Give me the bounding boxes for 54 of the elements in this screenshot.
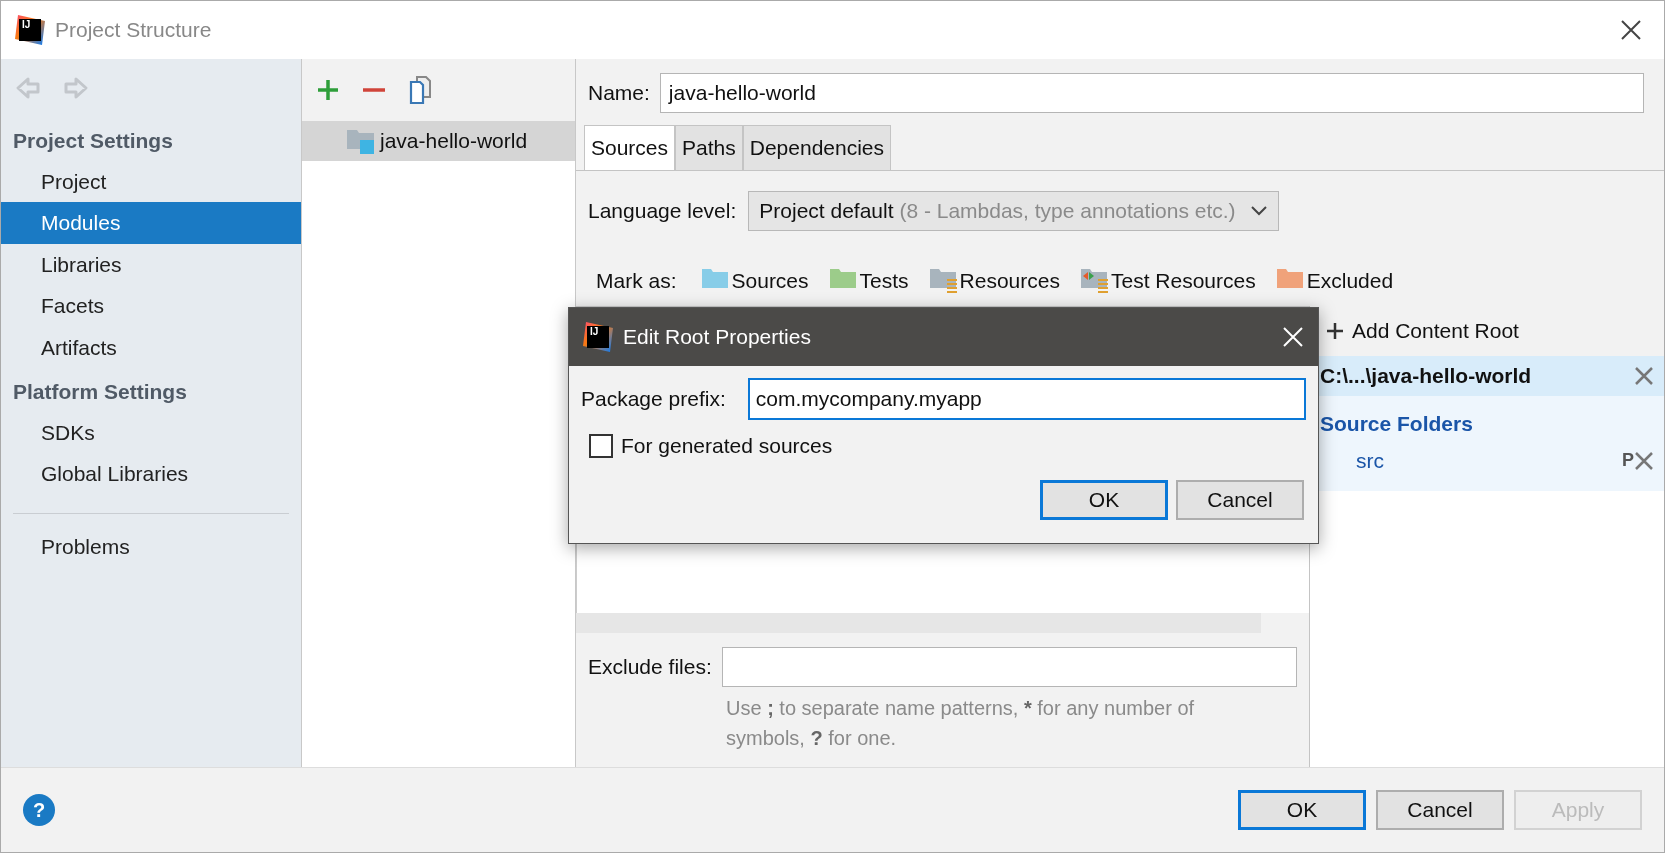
copy-icon[interactable]: [408, 75, 434, 105]
sidebar-item[interactable]: Artifacts: [1, 326, 301, 368]
sidebar-item[interactable]: Global Libraries: [1, 453, 301, 495]
package-prefix-button[interactable]: P: [1622, 447, 1634, 475]
module-folder-icon: [346, 127, 374, 155]
exclude-files-field[interactable]: [721, 647, 1297, 687]
dialog-button[interactable]: OK: [1040, 479, 1168, 520]
sidebar-item[interactable]: Problems: [1, 525, 301, 567]
help-button[interactable]: ?: [23, 794, 55, 826]
mark-as-option[interactable]: Sources: [700, 264, 809, 296]
folder-icon: [1079, 266, 1109, 295]
name-field[interactable]: java-hello-world: [659, 73, 1644, 113]
source-folder: src: [1356, 448, 1384, 474]
add-content-root-button[interactable]: Add Content Root: [1310, 306, 1664, 356]
tab[interactable]: Paths: [675, 125, 743, 170]
module-item[interactable]: java-hello-world: [302, 121, 575, 161]
chevron-down-icon: [1249, 204, 1268, 217]
section-heading: Source Folders: [1319, 410, 1474, 437]
checkbox[interactable]: For generated sources: [569, 420, 853, 462]
scrollbar[interactable]: [576, 613, 1261, 633]
field-label: Language level:: [588, 197, 737, 224]
plus-icon: [1326, 322, 1344, 340]
sidebar-item[interactable]: Project: [1, 160, 301, 202]
language-level-dropdown[interactable]: Project default (8 - Lambdas, type annotations etc.): [748, 190, 1279, 231]
sidebar-item[interactable]: Facets: [1, 285, 301, 327]
sidebar-item[interactable]: Modules: [1, 202, 301, 244]
field-label: Mark as:: [596, 267, 677, 294]
mark-as-option[interactable]: Tests: [828, 264, 909, 296]
app-logo: IJ: [583, 322, 613, 352]
package-prefix-field[interactable]: com.mycompany.myapp: [747, 378, 1306, 420]
mark-as-option[interactable]: Resources: [928, 264, 1060, 296]
sidebar-item[interactable]: Libraries: [1, 243, 301, 285]
content-root-path: C:\...\java-hello-world: [1320, 363, 1532, 389]
dialog-button[interactable]: Cancel: [1376, 790, 1504, 830]
tab[interactable]: Dependencies: [742, 125, 891, 170]
dialog-button[interactable]: Cancel: [1176, 479, 1304, 520]
close-icon[interactable]: [1620, 19, 1642, 41]
close-icon[interactable]: [1634, 450, 1654, 471]
field-label: Package prefix:: [581, 386, 726, 413]
field-label: Name:: [588, 80, 650, 107]
add-icon[interactable]: [316, 78, 340, 102]
sidebar-item[interactable]: SDKs: [1, 411, 301, 453]
app-logo: IJ: [15, 15, 45, 45]
mark-as-option[interactable]: Excluded: [1275, 264, 1394, 296]
section-heading: Project Settings: [12, 128, 174, 154]
tab[interactable]: Sources: [584, 125, 676, 170]
hint-text: Use ; to separate name patterns, * for any number of symbols, ? for one.: [725, 696, 1196, 751]
window-title: Project Structure: [55, 17, 212, 44]
dialog-title: Edit Root Properties: [623, 324, 811, 351]
section-heading: Platform Settings: [12, 379, 188, 405]
mark-as-option[interactable]: Test Resources: [1079, 264, 1256, 296]
folder-icon: [928, 266, 958, 295]
field-label: Exclude files:: [588, 654, 712, 681]
dialog-button[interactable]: OK: [1238, 790, 1366, 830]
